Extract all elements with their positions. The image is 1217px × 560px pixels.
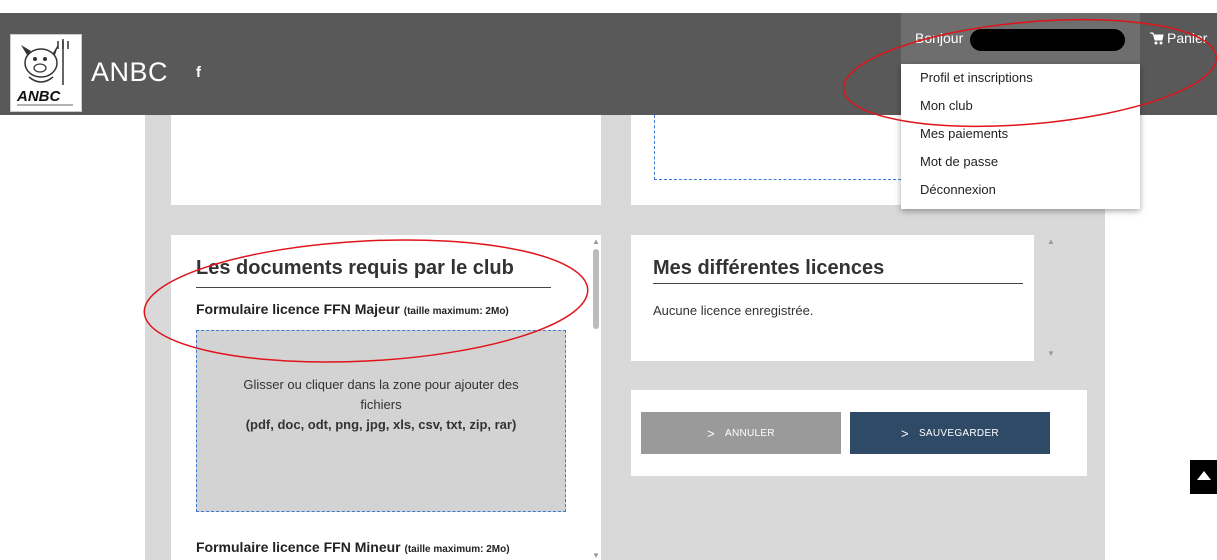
menu-item-deconnexion[interactable]: Déconnexion <box>920 182 996 197</box>
photo-dropzone[interactable] <box>654 115 916 180</box>
chevron-right-icon: > <box>901 425 909 441</box>
cart-icon <box>1150 32 1164 45</box>
menu-item-mot-de-passe[interactable]: Mot de passe <box>920 154 998 169</box>
greeting-text: Bonjour <box>915 30 964 46</box>
field-hint-majeur: (taille maximum: 2Mo) <box>403 306 509 317</box>
licences-empty-text: Aucune licence enregistrée. <box>653 303 814 318</box>
licences-title-divider <box>653 283 1023 284</box>
actions-card: > ANNULER > SAUVEGARDER <box>631 390 1087 476</box>
arrow-up-icon <box>1196 471 1211 480</box>
user-menu-toggle[interactable]: Bonjour <box>901 13 1140 64</box>
dropzone-instructions: Glisser ou cliquer dans la zone pour ajo… <box>197 375 565 435</box>
back-to-top-button[interactable] <box>1190 460 1217 494</box>
documents-card: Les documents requis par le club Formula… <box>171 235 601 560</box>
scroll-up-arrow-icon[interactable]: ▲ <box>592 237 600 246</box>
cart-label: Panier <box>1167 30 1208 46</box>
dropzone-line1: Glisser ou cliquer dans la zone pour ajo… <box>243 377 519 392</box>
cart-link[interactable]: Panier <box>1150 30 1207 46</box>
user-dropdown-menu: Profil et inscriptions Mon club Mes paie… <box>901 64 1140 209</box>
licences-scroll-up-icon[interactable]: ▲ <box>1047 237 1055 246</box>
menu-item-mon-club[interactable]: Mon club <box>920 98 973 113</box>
scroll-down-arrow-icon[interactable]: ▼ <box>592 551 600 560</box>
licences-card: Mes différentes licences Aucune licence … <box>631 235 1055 361</box>
field-label-mineur: Formulaire licence FFN Mineur (taille ma… <box>196 539 510 555</box>
documents-scrollbar[interactable]: ▲ ▼ <box>592 235 600 560</box>
title-divider <box>196 287 551 288</box>
top-left-card <box>171 115 601 205</box>
save-button-label: SAUVEGARDER <box>918 427 999 439</box>
file-dropzone-majeur[interactable]: Glisser ou cliquer dans la zone pour ajo… <box>196 330 566 512</box>
menu-item-profil[interactable]: Profil et inscriptions <box>920 70 1033 85</box>
field-label-majeur: Formulaire licence FFN Majeur (taille ma… <box>196 301 509 317</box>
save-button[interactable]: > SAUVEGARDER <box>850 412 1050 454</box>
logo-text: ANBC <box>16 88 61 105</box>
field-hint-mineur: (taille maximum: 2Mo) <box>404 544 510 555</box>
documents-scroll-thumb[interactable] <box>593 249 599 329</box>
facebook-icon[interactable]: f <box>196 64 201 81</box>
menu-item-paiements[interactable]: Mes paiements <box>920 126 1008 141</box>
club-logo[interactable]: ANBC <box>10 34 82 112</box>
brand-name[interactable]: ANBC <box>91 57 168 88</box>
dropzone-line2: fichiers <box>360 397 402 412</box>
dropzone-extensions: (pdf, doc, odt, png, jpg, xls, csv, txt,… <box>245 417 517 432</box>
field-label-majeur-text: Formulaire licence FFN Majeur <box>196 301 400 317</box>
documents-title: Les documents requis par le club <box>196 257 514 279</box>
licences-title: Mes différentes licences <box>653 257 885 279</box>
licences-scroll-down-icon[interactable]: ▼ <box>1047 349 1055 358</box>
chevron-right-icon: > <box>707 425 715 441</box>
cancel-button[interactable]: > ANNULER <box>641 412 841 454</box>
redacted-username <box>970 29 1125 51</box>
field-label-mineur-text: Formulaire licence FFN Mineur <box>196 539 401 555</box>
cancel-button-label: ANNULER <box>725 427 775 439</box>
